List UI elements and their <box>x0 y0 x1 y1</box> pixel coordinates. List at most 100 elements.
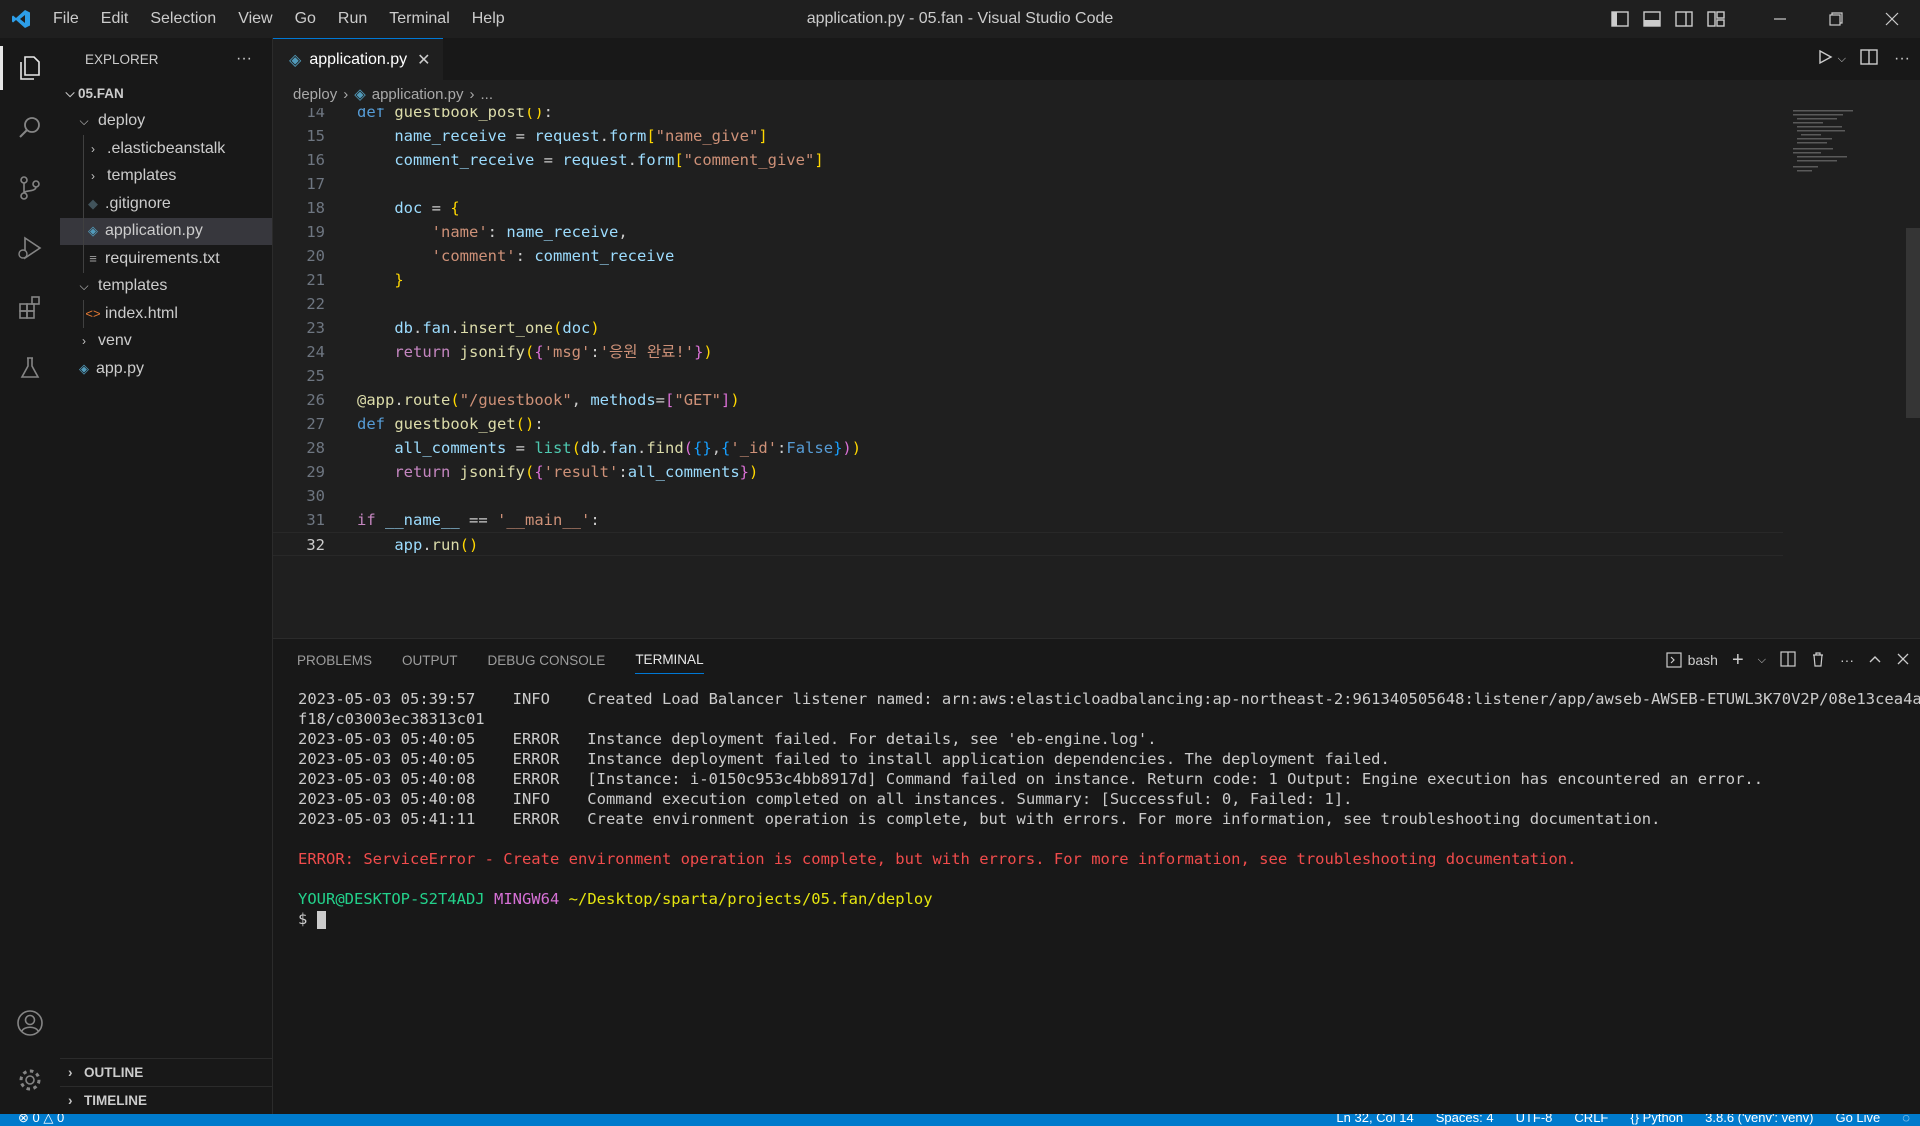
indent-guide <box>83 162 84 190</box>
accounts-icon[interactable] <box>0 993 60 1053</box>
html-file-icon: <> <box>85 306 101 322</box>
tree-item-gitignore[interactable]: ◆ .gitignore <box>60 190 272 218</box>
terminal-input-line[interactable]: $ <box>298 909 1913 929</box>
tree-item-application-py[interactable]: ◈ application.py <box>60 217 272 245</box>
status-spaces[interactable]: Spaces: 4 <box>1436 1114 1494 1125</box>
toggle-primary-sidebar-icon[interactable] <box>1604 0 1636 38</box>
code-line: 17 <box>306 175 325 193</box>
restore-icon[interactable] <box>1808 0 1864 38</box>
menu-terminal[interactable]: Terminal <box>378 0 460 38</box>
prompt-user: YOUR@DESKTOP-S2T4ADJ <box>298 890 485 908</box>
toggle-secondary-sidebar-icon[interactable] <box>1668 0 1700 38</box>
terminal-line: f18/c03003ec38313c01 <box>298 710 485 728</box>
tree-item-app-py[interactable]: ◈ app.py <box>60 355 272 383</box>
scrollbar-thumb[interactable] <box>1906 228 1920 418</box>
tab-debug-console[interactable]: DEBUG CONSOLE <box>488 653 606 668</box>
tab-terminal[interactable]: TERMINAL <box>635 652 704 674</box>
tree-item-elasticbeanstalk[interactable]: › .elasticbeanstalk <box>60 135 272 163</box>
minimap[interactable] <box>1783 108 1883 188</box>
toggle-panel-icon[interactable] <box>1636 0 1668 38</box>
status-interpreter[interactable]: 3.8.6 ('venv': venv) <box>1705 1114 1813 1125</box>
status-left: ⊗ 0 △ 0 <box>18 1114 64 1126</box>
editor-scrollbar[interactable] <box>1906 108 1920 638</box>
status-position[interactable]: Ln 32, Col 14 <box>1336 1114 1413 1125</box>
tree-item-templates[interactable]: › templates <box>60 162 272 190</box>
menu-go[interactable]: Go <box>284 0 327 38</box>
split-editor-icon[interactable] <box>1860 48 1878 70</box>
tab-output[interactable]: OUTPUT <box>402 653 458 668</box>
menu-file[interactable]: File <box>42 0 90 38</box>
editor-area: ◈ application.py ✕ ⌵ ··· deploy › ◈ appl… <box>273 38 1920 638</box>
run-debug-icon[interactable] <box>0 218 60 278</box>
status-encoding[interactable]: UTF-8 <box>1516 1114 1553 1125</box>
terminal-output[interactable]: 2023-05-03 05:39:57 INFO Created Load Ba… <box>298 689 1920 929</box>
customize-layout-icon[interactable] <box>1700 0 1732 38</box>
code-line: 28 all_comments = list(db.fan.find({},{'… <box>306 439 862 457</box>
kill-terminal-trash-icon[interactable] <box>1810 651 1826 670</box>
timeline-section[interactable]: › TIMELINE <box>60 1086 273 1114</box>
explorer-icon[interactable] <box>0 38 60 98</box>
git-file-icon: ◆ <box>88 195 98 211</box>
menu-view[interactable]: View <box>227 0 283 38</box>
terminal-dropdown-chevron-icon[interactable]: ⌵ <box>1758 654 1766 667</box>
terminal-line: 2023-05-03 05:41:11 ERROR Create environ… <box>298 810 1661 828</box>
minimize-icon[interactable] <box>1752 0 1808 38</box>
activity-bar <box>0 38 60 1114</box>
tree-item-label: templates <box>98 277 168 295</box>
tree-root[interactable]: ⌵ 05.FAN <box>60 80 272 108</box>
manage-gear-icon[interactable] <box>0 1050 60 1110</box>
breadcrumb-file[interactable]: application.py <box>372 86 464 103</box>
tree-item-venv[interactable]: › venv <box>60 328 272 356</box>
status-right: Ln 32, Col 14 Spaces: 4 UTF-8 CRLF {} Py… <box>1336 1114 1910 1125</box>
menu-help[interactable]: Help <box>461 0 516 38</box>
run-python-file-icon[interactable] <box>1816 49 1834 70</box>
sidebar-sections: › OUTLINE › TIMELINE <box>60 1058 273 1114</box>
text-file-icon: ≡ <box>89 251 97 267</box>
notifications-bell-icon[interactable]: ◌ <box>1902 1114 1910 1125</box>
menu-selection[interactable]: Selection <box>139 0 227 38</box>
chevron-down-icon: ⌵ <box>65 86 75 101</box>
maximize-panel-chevron-up-icon[interactable] <box>1868 652 1882 669</box>
terminal-icon <box>1666 652 1682 668</box>
tree-item-label: index.html <box>105 304 178 322</box>
terminal-cursor <box>316 910 326 929</box>
run-dropdown-chevron-icon[interactable]: ⌵ <box>1838 53 1846 66</box>
breadcrumb-deploy[interactable]: deploy <box>293 86 337 103</box>
terminal-line: 2023-05-03 05:39:57 INFO Created Load Ba… <box>298 690 1920 708</box>
testing-icon[interactable] <box>0 338 60 398</box>
more-actions-icon[interactable]: ··· <box>236 50 252 68</box>
tree-item-requirements[interactable]: ≡ requirements.txt <box>60 245 272 273</box>
status-language[interactable]: {} Python <box>1630 1114 1683 1125</box>
shell-name: bash <box>1687 652 1718 668</box>
source-control-icon[interactable] <box>0 158 60 218</box>
close-tab-icon[interactable]: ✕ <box>417 50 430 70</box>
code-editor[interactable]: 14 def guestbook_post(): 15 name_receive … <box>273 108 1783 638</box>
extensions-icon[interactable] <box>0 278 60 338</box>
close-panel-icon[interactable] <box>1896 652 1910 669</box>
tree-item-index-html[interactable]: <> index.html <box>60 300 272 328</box>
status-golive[interactable]: Go Live <box>1835 1114 1880 1125</box>
menu-run[interactable]: Run <box>327 0 378 38</box>
status-problems[interactable]: ⊗ 0 △ 0 <box>18 1114 64 1126</box>
close-window-icon[interactable] <box>1864 0 1920 38</box>
outline-section[interactable]: › OUTLINE <box>60 1058 273 1086</box>
status-eol[interactable]: CRLF <box>1574 1114 1608 1125</box>
tree-item-templates-root[interactable]: ⌵ templates <box>60 273 272 301</box>
more-actions-icon[interactable]: ··· <box>1840 652 1854 668</box>
breadcrumb-symbol[interactable]: ... <box>480 86 493 103</box>
tree-item-deploy[interactable]: ⌵ deploy <box>60 108 272 136</box>
code-line: 21 } <box>306 271 404 289</box>
split-terminal-icon[interactable] <box>1780 650 1796 670</box>
tab-problems[interactable]: PROBLEMS <box>297 653 372 668</box>
tree-item-label: .elasticbeanstalk <box>107 139 226 157</box>
menu-edit[interactable]: Edit <box>90 0 140 38</box>
terminal-shell-selector[interactable]: bash <box>1666 652 1718 668</box>
chevron-right-icon: › <box>82 334 86 349</box>
more-actions-icon[interactable]: ··· <box>1894 50 1910 68</box>
breadcrumb: deploy › ◈ application.py › ... <box>273 80 1920 108</box>
new-terminal-icon[interactable]: + <box>1732 649 1744 672</box>
tree-item-label: app.py <box>96 359 145 377</box>
tab-application-py[interactable]: ◈ application.py ✕ <box>273 38 443 80</box>
search-icon[interactable] <box>0 98 60 158</box>
